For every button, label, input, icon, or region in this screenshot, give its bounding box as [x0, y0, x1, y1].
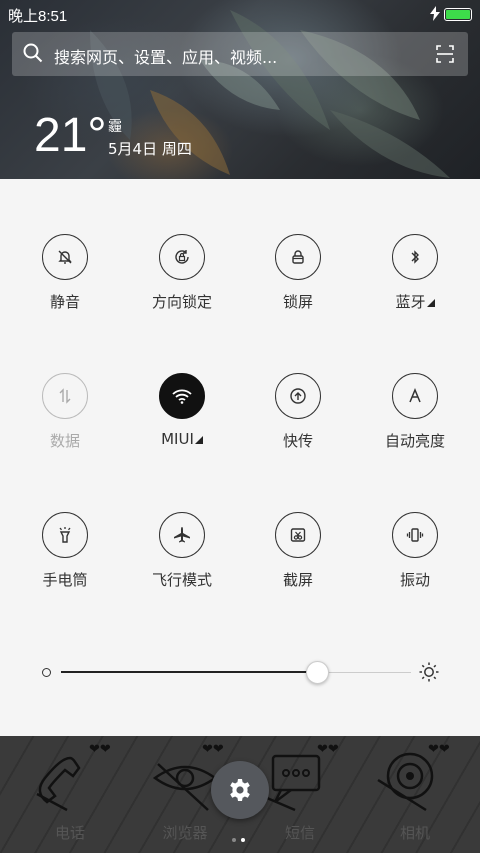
toggle-label: 静音	[49, 293, 80, 311]
settings-button[interactable]	[211, 761, 269, 819]
weather-condition: 霾	[108, 119, 122, 135]
svg-text:❤❤: ❤❤	[317, 742, 339, 757]
toggle-label: 锁屏	[282, 293, 313, 311]
bluetooth-icon	[411, 250, 419, 264]
screenshot-icon	[290, 528, 306, 542]
slider-track-fill	[61, 671, 317, 673]
upload-icon	[290, 388, 306, 404]
toggle-label: 快传	[282, 432, 313, 450]
toggle-label: 手电筒	[42, 571, 88, 589]
weather-date: 5月4日 周四	[108, 140, 192, 158]
lockscreen-header: 晚上8:51 搜索网页、设置、应用、视频... 21° 霾 5月4日 周四	[0, 0, 480, 179]
status-bar: 晚上8:51	[0, 0, 480, 28]
toggle-label-text: 蓝牙	[395, 293, 426, 311]
search-icon	[23, 43, 43, 63]
lock-icon	[292, 250, 304, 264]
toggle-label: 数据	[49, 432, 80, 450]
svg-text:❤❤: ❤❤	[428, 742, 450, 757]
toggle-label: MIUI	[127, 430, 237, 448]
phone-icon: ❤❤	[36, 742, 111, 812]
toggle-label-text: MIUI	[161, 430, 194, 448]
rotation-lock-icon	[175, 250, 189, 264]
dock-app-label: 短信	[284, 824, 315, 842]
dock-app-label: 相机	[399, 824, 430, 842]
camera-icon: ❤❤	[377, 742, 450, 812]
search-input[interactable]: 搜索网页、设置、应用、视频...	[54, 44, 277, 68]
toggle-label: 方向锁定	[151, 293, 212, 311]
toggle-circle[interactable]	[275, 234, 321, 280]
gear-icon	[230, 779, 250, 801]
slider-thumb[interactable]	[305, 661, 329, 684]
page-dot-active	[241, 838, 245, 842]
toggle-label: 飞行模式	[151, 571, 212, 589]
toggle-circle[interactable]	[159, 373, 205, 419]
toggle-circle[interactable]	[392, 234, 438, 280]
airplane-icon	[174, 527, 190, 543]
toggle-circle[interactable]	[42, 512, 88, 558]
battery-level	[446, 10, 470, 19]
quick-settings-panel: 静音 方向锁定 锁屏 蓝牙 数据 MIUI 快传 自动亮度 手电筒 飞行模式 截…	[0, 179, 480, 736]
battery-icon	[444, 8, 472, 21]
toggle-circle[interactable]	[159, 512, 205, 558]
toggle-circle[interactable]	[392, 512, 438, 558]
toggle-label: 截屏	[282, 571, 313, 589]
dock-app-phone[interactable]: ❤❤ 电话	[15, 736, 125, 853]
bell-off-icon	[58, 250, 72, 264]
toggle-label: 振动	[399, 571, 430, 589]
toggle-circle[interactable]	[392, 373, 438, 419]
page-dot	[232, 838, 236, 842]
sun-icon	[419, 662, 439, 682]
svg-text:❤❤: ❤❤	[202, 742, 224, 757]
auto-brightness-icon	[409, 388, 421, 403]
toggle-circle[interactable]	[42, 234, 88, 280]
weather-temperature: 21°	[34, 109, 107, 162]
page-indicator	[232, 827, 250, 846]
status-time: 晚上8:51	[8, 8, 68, 25]
vibrate-icon	[406, 528, 424, 542]
toggle-circle[interactable]	[42, 373, 88, 419]
svg-text:❤❤: ❤❤	[89, 742, 111, 757]
flashlight-icon	[59, 527, 71, 543]
toggle-circle[interactable]	[275, 512, 321, 558]
dock-app-label: 电话	[54, 824, 85, 842]
scan-icon[interactable]	[436, 45, 454, 63]
search-bar[interactable]: 搜索网页、设置、应用、视频...	[12, 32, 468, 76]
mobile-data-icon	[59, 388, 71, 404]
toggle-circle[interactable]	[275, 373, 321, 419]
brightness-slider[interactable]	[40, 659, 450, 689]
toggle-label: 自动亮度	[384, 432, 445, 450]
toggle-label: 蓝牙	[360, 291, 470, 312]
bolt-icon	[430, 6, 440, 21]
toggle-circle[interactable]	[159, 234, 205, 280]
expand-triangle-icon	[426, 299, 435, 307]
wifi-icon	[172, 389, 192, 404]
dock-app-label: 浏览器	[162, 824, 208, 842]
brightness-low-icon	[42, 668, 51, 677]
expand-triangle-icon	[194, 436, 203, 444]
dock-app-camera[interactable]: ❤❤ 相机	[360, 736, 470, 853]
